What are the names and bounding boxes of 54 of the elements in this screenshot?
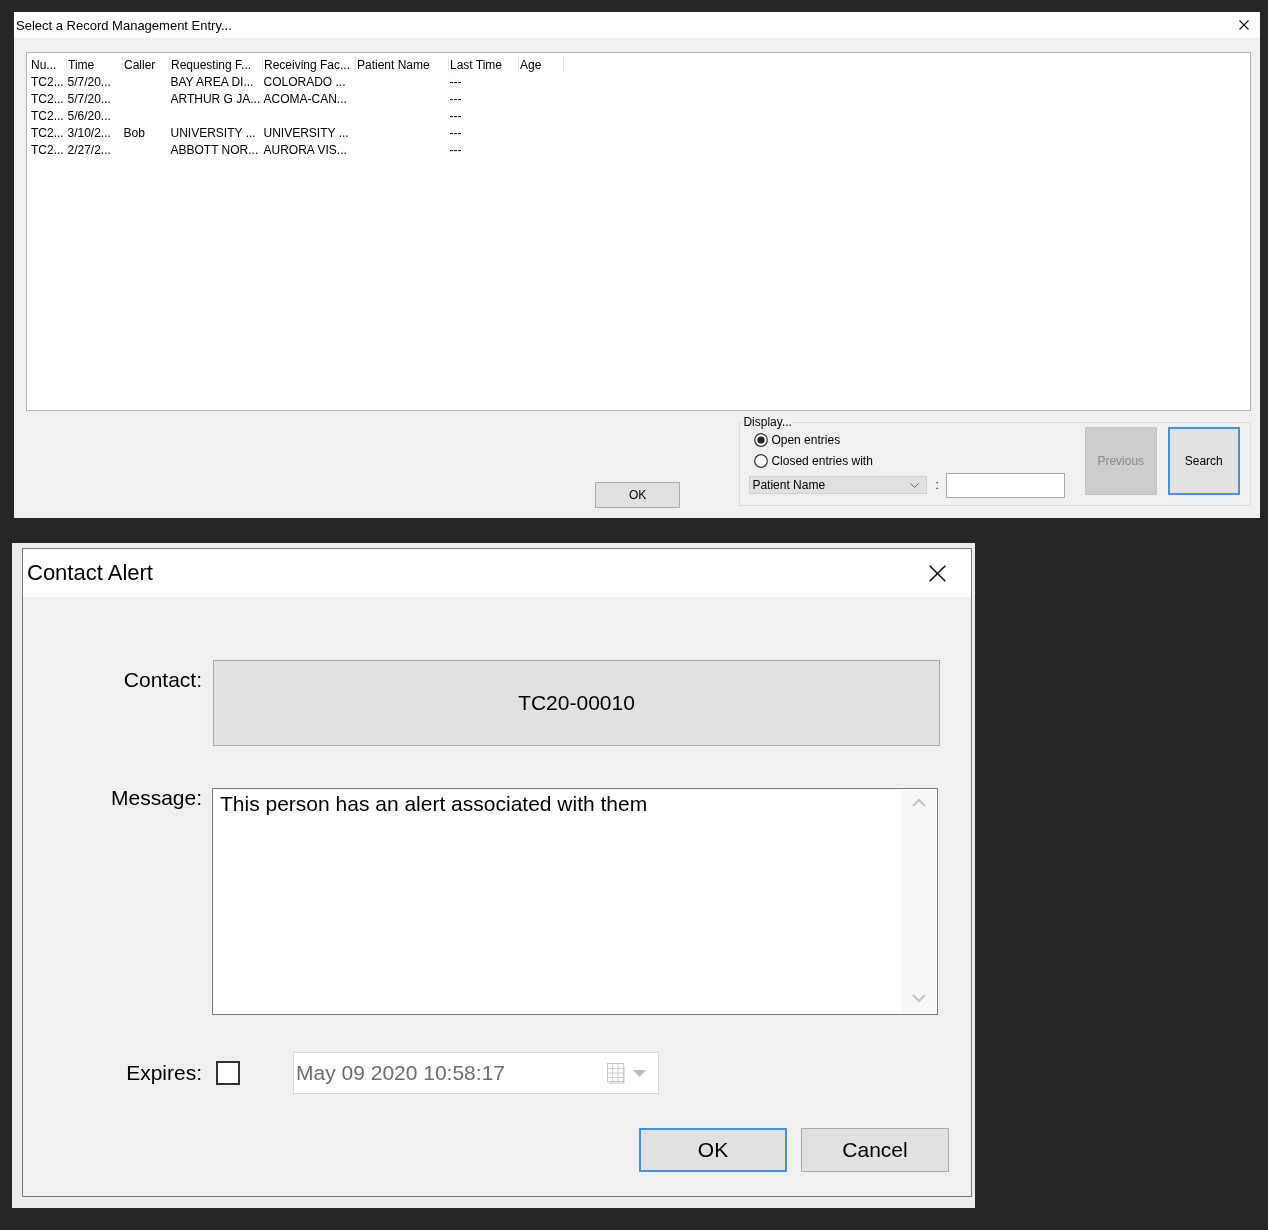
table-cell-text: ---: [448, 141, 463, 158]
table-cell-text: ARTHUR G JA...: [169, 90, 262, 107]
table-cell-text: UNIVERSITY ...: [169, 124, 257, 141]
column-header[interactable]: Age: [518, 56, 564, 73]
ok-button[interactable]: OK: [595, 482, 681, 508]
search-button[interactable]: Search: [1167, 427, 1240, 495]
column-header[interactable]: Nu...: [30, 56, 67, 73]
contact-field: TC20-00010: [213, 660, 940, 746]
group-label: Display...: [743, 415, 792, 429]
search-input-field[interactable]: [945, 472, 1065, 498]
table-cell-text: TC2...: [30, 107, 65, 124]
table-cell: ---: [448, 73, 519, 90]
column-header[interactable]: Receiving Fac...: [262, 56, 356, 73]
table-cell: TC2...: [30, 73, 67, 90]
close-icon[interactable]: [1239, 20, 1249, 30]
table-cell: COLORADO ...: [262, 73, 356, 90]
field-label: Expires:: [125, 1060, 202, 1086]
column-header[interactable]: Last Time: [448, 56, 519, 73]
window-title: Contact Alert: [27, 560, 153, 586]
table-cell-text: TC2...: [30, 90, 65, 107]
close-icon[interactable]: [929, 564, 946, 582]
table-cell-text: ACOMA-CAN...: [262, 90, 348, 107]
table-cell-text: ---: [448, 107, 463, 124]
field-label: Contact:: [122, 667, 202, 693]
ok-button[interactable]: OK: [639, 1128, 787, 1172]
window-title: Select a Record Management Entry...: [16, 17, 232, 33]
table-cell-text: 5/7/20...: [66, 90, 112, 107]
column-header[interactable]: Requesting F...: [169, 56, 263, 73]
table-cell-text: ---: [448, 90, 463, 107]
field-label: Message:: [109, 785, 202, 811]
table-cell-text: 3/10/2...: [66, 124, 112, 141]
table-cell-text: AURORA VIS...: [262, 141, 348, 158]
table-cell-text: ---: [448, 124, 463, 141]
column-header[interactable]: Patient Name: [355, 56, 449, 73]
caret-icon[interactable]: [910, 482, 920, 488]
table-cell-text: Bob: [122, 124, 146, 141]
radio-icon[interactable]: [754, 432, 769, 447]
radio-option[interactable]: Open entries: [754, 429, 1065, 450]
table-cell-text: 5/6/20...: [66, 107, 112, 124]
table-cell: BAY AREA DI...: [169, 73, 263, 90]
message-field[interactable]: This person has an alert associated with them: [212, 788, 938, 1015]
radio-option[interactable]: Closed entries with: [754, 450, 1065, 471]
table-cell-text: 2/27/2...: [66, 141, 112, 158]
table-cell-text: ABBOTT NOR...: [169, 141, 260, 158]
cancel-button[interactable]: Cancel: [801, 1128, 949, 1172]
table-cell-text: TC2...: [30, 141, 65, 158]
table-cell-text: UNIVERSITY ...: [262, 124, 350, 141]
radio-icon[interactable]: [754, 453, 769, 468]
column-header[interactable]: Caller: [122, 56, 170, 73]
separator-label: :: [935, 478, 939, 492]
column-header[interactable]: Time: [66, 56, 123, 73]
filter-dropdown[interactable]: Patient Name: [749, 476, 928, 494]
table-cell: 5/7/20...: [66, 73, 123, 90]
table-cell-text: TC2...: [30, 124, 65, 141]
